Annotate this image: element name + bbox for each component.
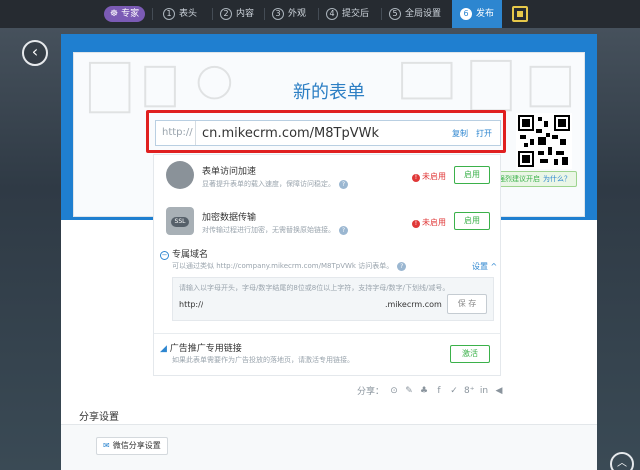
step-label: 提交后 [342, 9, 370, 19]
publish-options: 表单访问加速 显著提升表单的载入速度，保障访问稳定。? ! 未启用 启用 SSL … [153, 154, 501, 376]
pro-icon: ☸ [110, 9, 119, 19]
activate-button[interactable]: 激活 [450, 345, 490, 363]
enable-encryption-button[interactable]: 启用 [454, 212, 490, 230]
pro-label: 专家 [121, 9, 140, 19]
feature-title: 加密数据传输 [202, 213, 257, 223]
back-button[interactable]: ‹ [22, 40, 48, 66]
globe-icon [166, 161, 194, 189]
facebook-icon[interactable]: f [434, 386, 444, 396]
step-number: 6 [460, 8, 472, 20]
tooltip-text: 强烈建议开启 [498, 175, 540, 183]
status-badge: ! 未启用 [412, 171, 446, 182]
domain-suffix: .mikecrm.com [385, 300, 442, 309]
ad-desc: 如果此表单需要作为广告投放的落地页，请激活专用链接。 [172, 356, 354, 364]
feature-desc: 显著提升表单的载入速度，保障访问稳定。? [202, 179, 348, 189]
alert-icon: ! [412, 220, 420, 228]
help-icon[interactable]: ? [339, 179, 348, 189]
step-number: 3 [272, 8, 284, 20]
step-label: 表头 [179, 9, 198, 19]
help-icon[interactable]: ? [339, 225, 348, 235]
domain-title[interactable]: − 专属域名 [160, 247, 208, 260]
step-separator [152, 8, 153, 20]
share-row: 分享： ⊙ ✎ ♣ f ✓ 8⁺ in ◀ [357, 384, 504, 398]
top-step-bar: ☸ 专家 1 表头 2 内容 3 外观 4 提交后 5 全局设置 6 发布 [0, 0, 640, 28]
domain-desc: 可以通过类似 http://company.mikecrm.com/M8TpVW… [172, 261, 407, 271]
feature-desc: 对传输过程进行加密，无需替换原始链接。? [202, 225, 348, 235]
ad-title: ◢ 广告推广专用链接 [160, 344, 242, 354]
enable-acceleration-button[interactable]: 启用 [454, 166, 490, 184]
step-separator [318, 8, 319, 20]
step-number: 4 [326, 8, 338, 20]
chevron-left-icon: ‹ [31, 42, 39, 61]
chevron-up-icon: ︿ [617, 458, 627, 469]
step-global-settings[interactable]: 5 全局设置 [389, 0, 441, 28]
recommendation-tooltip: 强烈建议开启 为什么？ [492, 171, 577, 187]
share-label: 分享： [357, 387, 385, 397]
publish-panel: 新的表单 http:// cn.mikecrm.com/M8TpVWk 复制 打… [61, 34, 597, 470]
step-number: 2 [220, 8, 232, 20]
alert-icon: ! [412, 174, 420, 182]
form-url-text[interactable]: cn.mikecrm.com/M8TpVWk [196, 126, 452, 141]
step-number: 5 [389, 8, 401, 20]
button-label: 微信分享设置 [112, 441, 161, 450]
step-separator [264, 8, 265, 20]
step-separator [381, 8, 382, 20]
why-link[interactable]: 为什么？ [543, 175, 571, 183]
googleplus-icon[interactable]: 8⁺ [464, 386, 474, 396]
step-content[interactable]: 2 内容 [220, 0, 254, 28]
linkedin-icon[interactable]: in [479, 386, 489, 396]
feature-acceleration: 表单访问加速 显著提升表单的载入速度，保障访问稳定。? ! 未启用 启用 [154, 157, 500, 197]
status-badge: ! 未启用 [412, 217, 446, 228]
domain-settings-toggle[interactable]: 设置 ^ [472, 261, 497, 272]
step-after-submit[interactable]: 4 提交后 [326, 0, 369, 28]
domain-prefix: http:// [179, 300, 204, 309]
domain-input[interactable] [203, 296, 399, 314]
scroll-top-button[interactable]: ︿ [610, 452, 634, 470]
step-publish[interactable]: 6 发布 [452, 0, 503, 28]
step-appearance[interactable]: 3 外观 [272, 0, 306, 28]
feature-title: 表单访问加速 [202, 167, 257, 177]
domain-input-box: 请输入以字母开头，字母/数字结尾的8位或8位以上字符，支持字母/数字/下划线/减… [172, 277, 494, 321]
domain-hint: 请输入以字母开头，字母/数字结尾的8位或8位以上字符，支持字母/数字/下划线/减… [179, 284, 450, 292]
url-prefix: http:// [156, 121, 196, 145]
weibo-icon[interactable]: ⊙ [389, 386, 399, 396]
step-label: 全局设置 [405, 9, 442, 19]
feature-encryption: SSL 加密数据传输 对传输过程进行加密，无需替换原始链接。? ! 未启用 启用 [154, 203, 500, 243]
form-url-field[interactable]: http:// cn.mikecrm.com/M8TpVWk 复制 打开 [155, 120, 501, 146]
qrcode-toggle-icon[interactable] [512, 6, 528, 22]
open-link[interactable]: 打开 [476, 128, 492, 139]
telegram-icon[interactable]: ◀ [494, 386, 504, 396]
divider [154, 333, 500, 334]
chart-icon: ◢ [160, 344, 167, 354]
qrcode-icon[interactable] [516, 113, 572, 169]
wechat-icon[interactable]: ✎ [404, 386, 414, 396]
wechat-share-settings-button[interactable]: ✉ 微信分享设置 [96, 437, 168, 455]
form-title: 新的表单 [293, 82, 365, 103]
step-label: 发布 [476, 9, 495, 19]
copy-link[interactable]: 复制 [452, 128, 468, 139]
help-icon[interactable]: ? [397, 261, 407, 271]
collapse-icon: − [160, 251, 169, 260]
step-label: 外观 [288, 9, 307, 19]
step-number: 1 [163, 8, 175, 20]
step-separator [212, 8, 213, 20]
save-domain-button[interactable]: 保 存 [447, 294, 487, 314]
twitter-icon[interactable]: ✓ [449, 386, 459, 396]
wechat-icon: ✉ [103, 441, 110, 450]
ssl-icon: SSL [166, 207, 194, 235]
qq-icon[interactable]: ♣ [419, 386, 429, 396]
share-settings-title: 分享设置 [79, 412, 119, 423]
pro-badge[interactable]: ☸ 专家 [104, 6, 146, 22]
step-header[interactable]: 1 表头 [163, 0, 197, 28]
step-label: 内容 [236, 9, 255, 19]
